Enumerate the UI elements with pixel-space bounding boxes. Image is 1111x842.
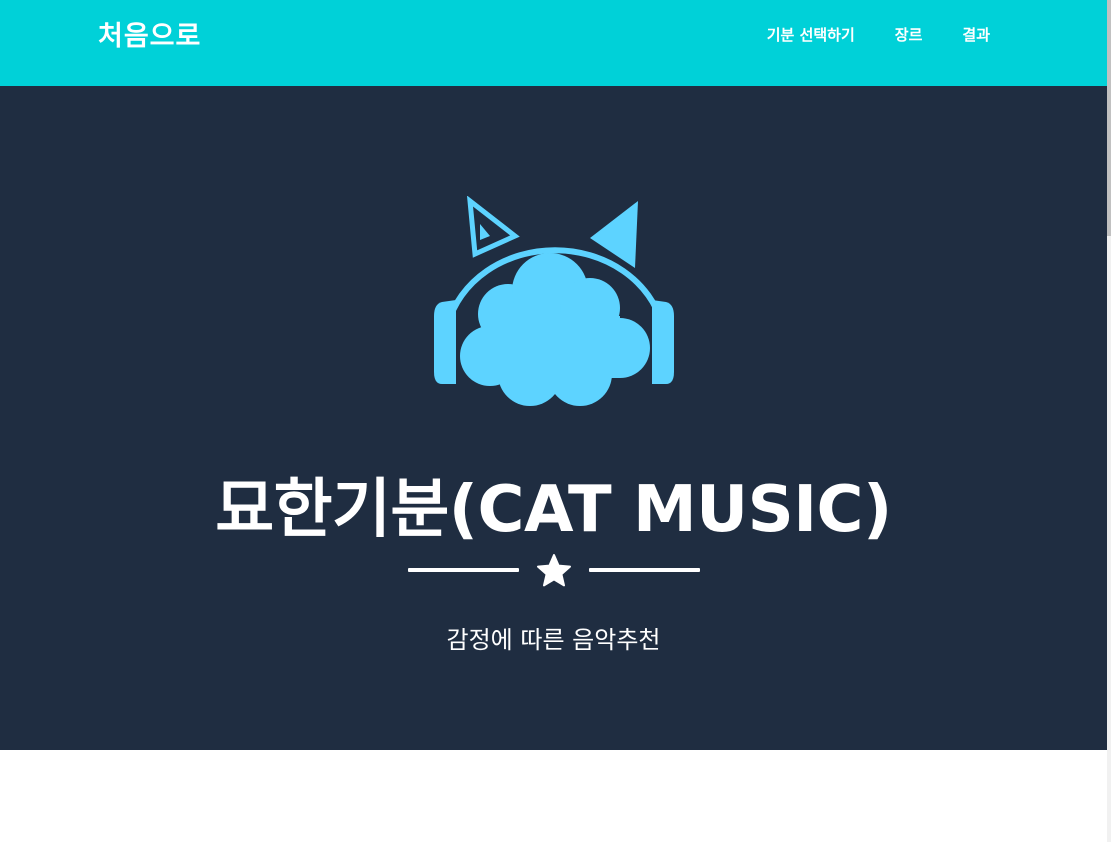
hero-section: 묘한기분(CAT MUSIC) 감정에 따른 음악추천 (0, 86, 1107, 750)
divider-line-left (408, 568, 519, 572)
cat-headphones-cloud-icon (430, 195, 680, 420)
scrollbar-thumb[interactable] (1107, 0, 1111, 236)
brand-home-link[interactable]: 처음으로 (98, 14, 201, 53)
nav-links: 기분 선택하기 장르 결과 (727, 24, 990, 45)
top-navbar: 처음으로 기분 선택하기 장르 결과 (0, 0, 1107, 86)
nav-link-genre[interactable]: 장르 (855, 24, 923, 45)
hero-subtitle: 감정에 따른 음악추천 (446, 626, 661, 654)
page-title: 묘한기분(CAT MUSIC) (215, 473, 892, 547)
star-divider (408, 554, 700, 588)
nav-link-result[interactable]: 결과 (922, 24, 990, 45)
page-scrollbar[interactable] (1107, 0, 1111, 842)
divider-line-right (589, 568, 700, 572)
star-icon (536, 554, 572, 592)
nav-link-mood-select[interactable]: 기분 선택하기 (727, 24, 855, 45)
